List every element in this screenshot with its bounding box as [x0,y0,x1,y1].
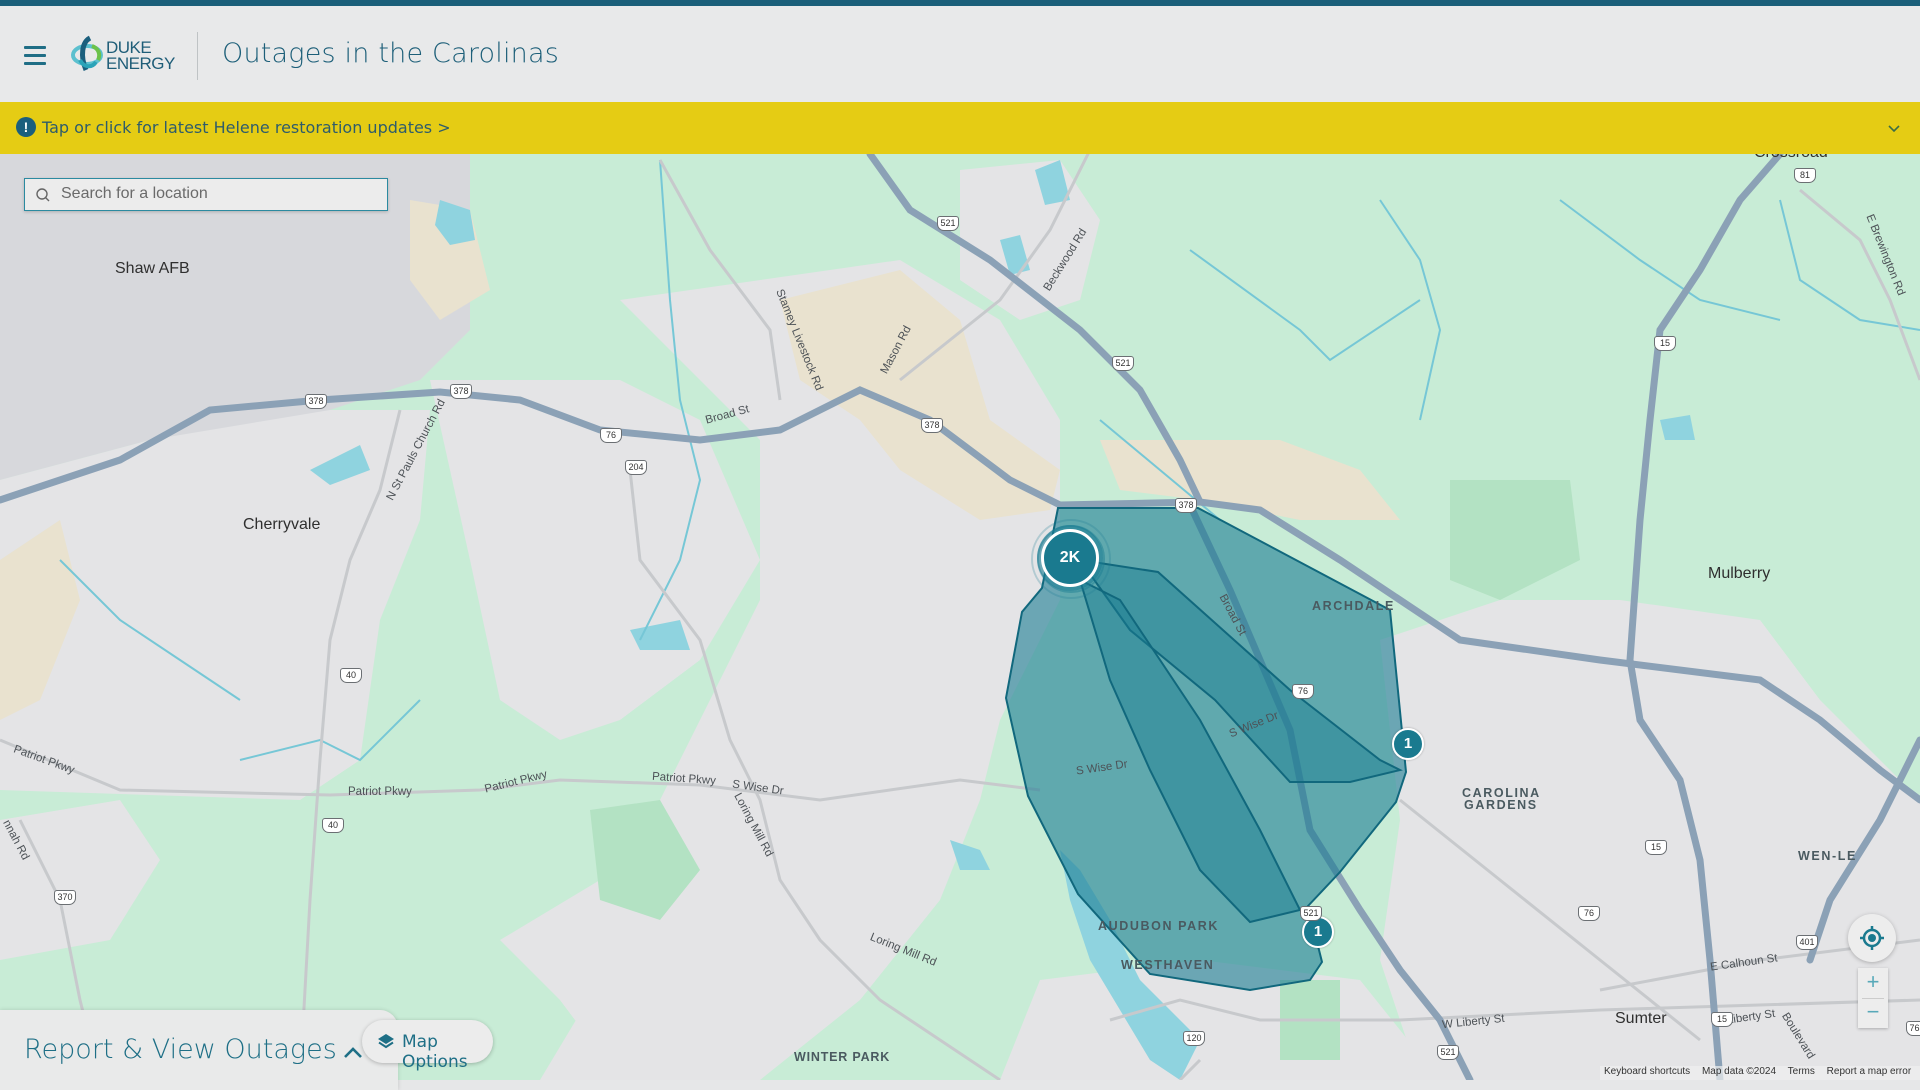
town-label: Crossroad [1754,154,1828,162]
search-icon [36,188,50,202]
neighborhood-label: ARCHDALE [1312,599,1395,613]
report-view-outages-panel[interactable]: Report & View Outages [0,1010,398,1090]
neighborhood-label: WEN-LE [1798,849,1857,863]
search-input[interactable] [61,179,381,209]
road-label: Patriot Pkwy [348,786,412,798]
report-panel-title: Report & View Outages [24,1034,337,1065]
chevron-down-icon[interactable] [1886,120,1902,136]
helene-updates-banner[interactable]: ! Tap or click for latest Helene restora… [0,102,1920,154]
app-header: DUKE ENERGY Outages in the Carolinas [0,6,1920,102]
map-options-button[interactable]: Map Options [362,1020,493,1072]
route-shield: 40 [340,668,362,683]
chevron-up-icon[interactable] [342,1046,364,1060]
locate-me-button[interactable] [1848,914,1896,962]
neighborhood-label: AUDUBON PARK [1098,919,1220,933]
zoom-in-button[interactable]: + [1858,968,1888,998]
duke-energy-logo-mark-icon [71,35,103,71]
alert-exclamation-icon: ! [16,117,36,137]
route-shield: 76 [1578,906,1600,921]
route-shield: 378 [921,418,943,433]
route-shield: 763 [1906,1021,1920,1036]
zoom-controls: + − [1858,968,1888,1028]
neighborhood-label: WINTER PARK [794,1050,891,1064]
route-shield: 81 [1794,168,1816,183]
hamburger-menu-icon[interactable] [24,46,48,66]
cluster-count: 2K [1059,549,1081,566]
brand-wordmark: DUKE ENERGY [106,39,175,73]
header-divider [197,32,198,80]
route-shield: 521 [937,216,959,231]
route-shield: 378 [450,384,472,399]
map-base-layer [0,154,1920,1080]
keyboard-shortcuts-link[interactable]: Keyboard shortcuts [1604,1066,1690,1077]
map-data-credit: Map data ©2024 [1701,1066,1777,1077]
neighborhood-label: GARDENS [1464,798,1538,812]
route-shield: 378 [1175,498,1197,513]
route-shield: 521 [1300,906,1322,921]
route-shield: 76 [1292,684,1314,699]
location-search[interactable] [24,178,388,211]
town-label: Cherryvale [243,516,321,533]
terms-link[interactable]: Terms [1788,1066,1815,1077]
zoom-out-button[interactable]: − [1858,998,1888,1028]
route-shield: 76 [600,428,622,443]
neighborhood-label: WESTHAVEN [1121,958,1215,972]
report-map-error-link[interactable]: Report a map error [1827,1066,1911,1077]
route-shield: 521 [1112,356,1134,371]
layers-icon [378,1034,394,1049]
route-shield: 204 [625,460,647,475]
route-shield: 378 [305,394,327,409]
outage-cluster-2k[interactable]: 2K [1041,529,1099,587]
zoom-divider [1862,998,1884,999]
route-shield: 40 [322,818,344,833]
town-label: Sumter [1615,1010,1667,1027]
outage-marker-count: 1 [1313,923,1323,940]
route-shield: 120 [1183,1031,1205,1046]
route-shield: 401 [1796,935,1818,950]
brand-line-2: ENERGY [106,54,175,73]
town-label: Shaw AFB [115,260,190,277]
town-label: Mulberry [1708,565,1771,582]
duke-energy-logo[interactable]: DUKE ENERGY [70,34,180,80]
route-shield: 15 [1711,1012,1733,1027]
map-attribution: Keyboard shortcuts Map data ©2024 Terms … [1600,1066,1920,1080]
banner-text[interactable]: Tap or click for latest Helene restorati… [42,118,451,137]
outage-marker-count: 1 [1403,735,1413,752]
route-shield: 15 [1645,840,1667,855]
locate-crosshair-icon [1860,926,1884,950]
outage-map[interactable]: Shaw AFB Cherryvale Mulberry Sumter Cros… [0,154,1920,1080]
route-shield: 15 [1654,336,1676,351]
map-options-label: Map Options [402,1032,468,1072]
page-title: Outages in the Carolinas [222,38,560,69]
route-shield: 521 [1437,1045,1459,1060]
route-shield: 370 [54,890,76,905]
outage-marker[interactable]: 1 [1392,728,1424,760]
